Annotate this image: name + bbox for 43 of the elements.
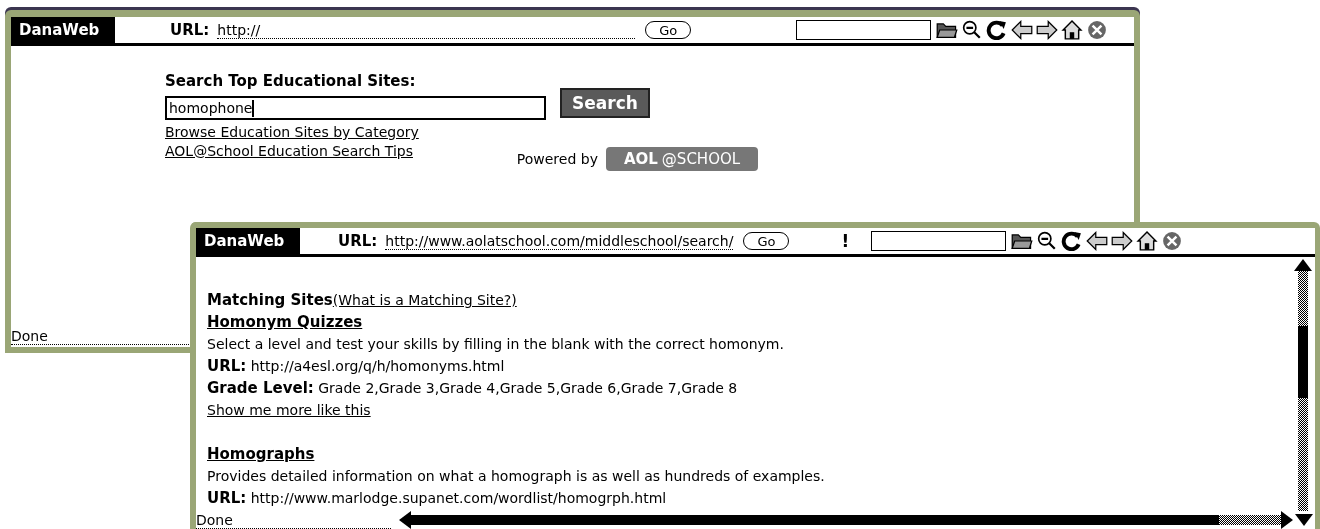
more-like-this-link[interactable]: Show me more like this: [207, 402, 371, 418]
url-field[interactable]: http://www.aolatschool.com/middleschool/search/: [385, 232, 734, 250]
find-field[interactable]: [871, 231, 1007, 251]
home-icon[interactable]: [1061, 20, 1084, 40]
close-icon[interactable]: [1161, 231, 1184, 251]
vertical-scrollbar[interactable]: [1293, 259, 1313, 511]
section-title: Matching Sites: [207, 291, 333, 309]
grade-levels: Grade 2,Grade 3,Grade 4,Grade 5,Grade 6,Grade 7,Grade 8: [317, 380, 738, 396]
status-text: Done: [196, 511, 391, 529]
forward-arrow-icon[interactable]: [1111, 231, 1134, 251]
url-label: URL:: [170, 21, 210, 39]
grade-label: Grade Level:: [207, 379, 314, 397]
result-url: http://www.marlodge.supanet.com/wordlist/homogrph.html: [249, 490, 667, 506]
result-title-link[interactable]: Homographs: [207, 445, 315, 463]
powered-by-label: Powered by: [516, 151, 598, 167]
school-logo: AOL @SCHOOL: [605, 147, 759, 171]
refresh-icon[interactable]: [1061, 231, 1084, 251]
url-field[interactable]: http://: [217, 21, 636, 39]
home-icon[interactable]: [1136, 231, 1159, 251]
search-button[interactable]: Search: [560, 88, 650, 118]
find-field[interactable]: [796, 20, 932, 40]
result-title-link[interactable]: Homonym Quizzes: [207, 313, 363, 331]
search-input[interactable]: homophone: [165, 96, 546, 120]
close-icon[interactable]: [1086, 20, 1109, 40]
url-label: URL:: [207, 357, 247, 375]
activity-indicator: !: [841, 231, 850, 251]
horizontal-scrollbar[interactable]: [399, 511, 1315, 529]
result-url: http://a4esl.org/q/h/homonyms.html: [249, 358, 505, 374]
back-arrow-icon[interactable]: [1011, 20, 1034, 40]
text-link[interactable]: AOL@School Education Search Tips: [165, 143, 419, 159]
help-link[interactable]: (What is a Matching Site?): [332, 292, 517, 308]
search-heading: Search Top Educational Sites:: [165, 72, 417, 90]
go-button[interactable]: Go: [645, 21, 692, 39]
url-label: URL:: [338, 232, 378, 250]
folder-icon[interactable]: [1011, 231, 1034, 251]
result-description: Provides detailed information on what a homograph is as well as hundreds of examples.: [207, 467, 826, 486]
forward-arrow-icon[interactable]: [1036, 20, 1059, 40]
go-button[interactable]: Go: [743, 232, 790, 250]
url-label: URL:: [207, 489, 247, 507]
refresh-icon[interactable]: [986, 20, 1009, 40]
back-arrow-icon[interactable]: [1086, 231, 1109, 251]
folder-icon[interactable]: [936, 20, 959, 40]
text-link[interactable]: Browse Education Sites by Category: [165, 124, 419, 140]
